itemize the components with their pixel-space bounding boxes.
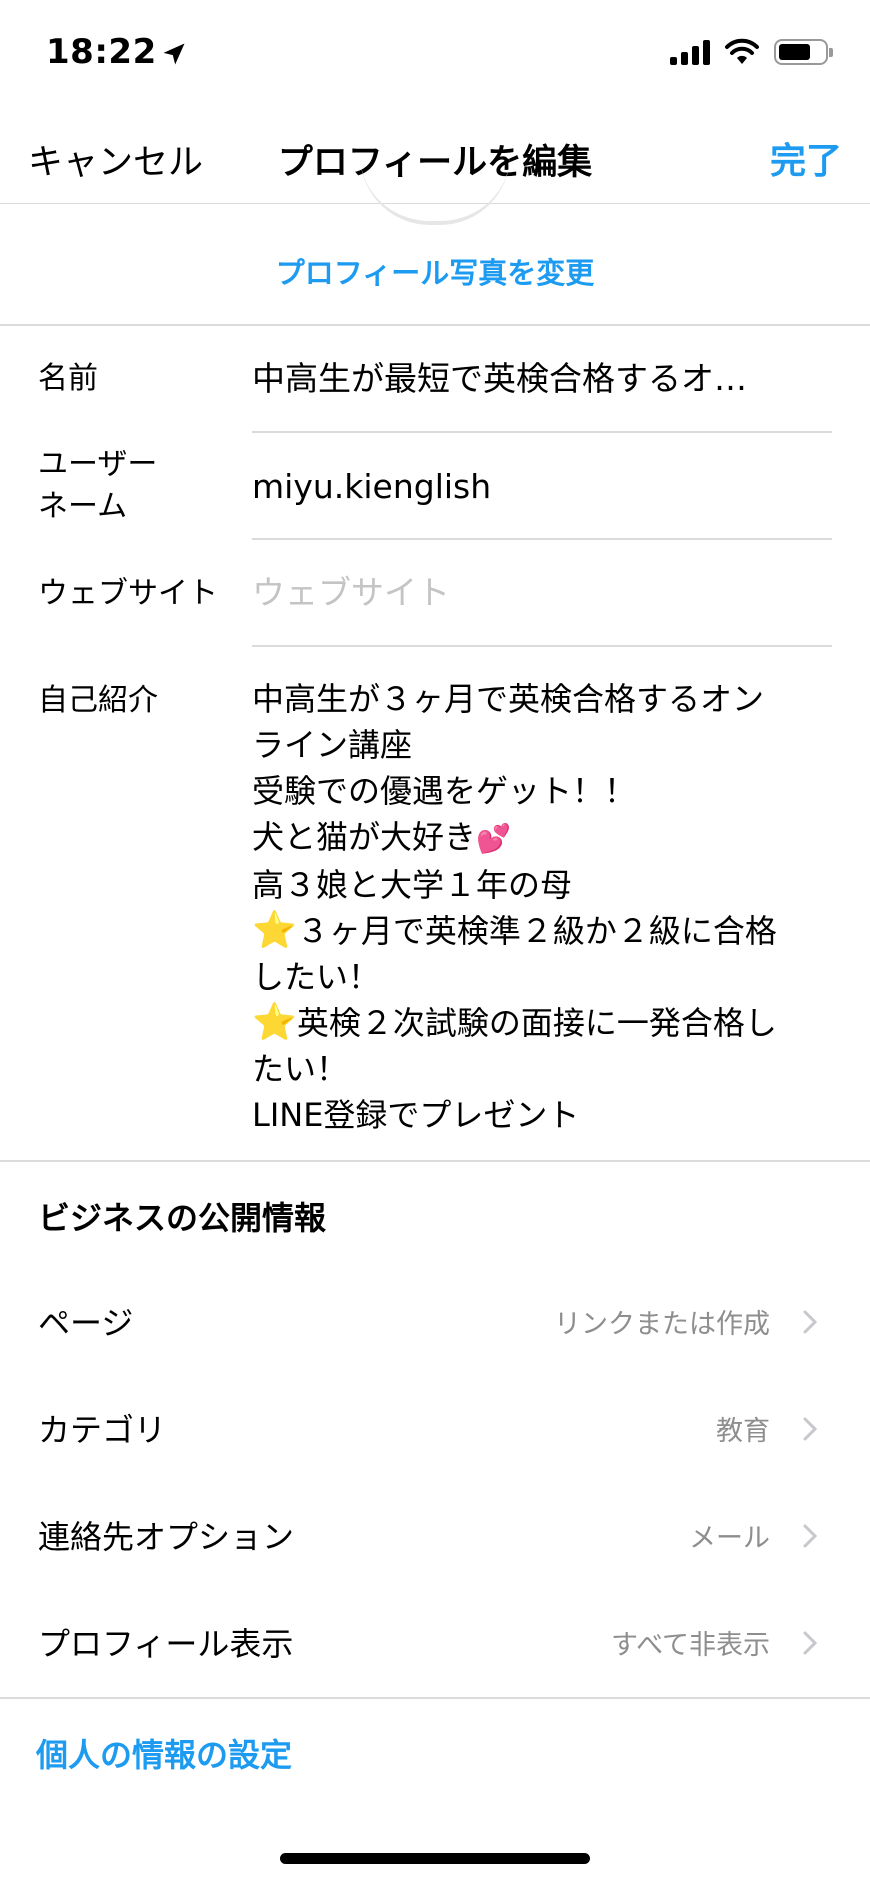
bio-line: たい！ (252, 1050, 349, 1088)
business-row-value: すべて非表示 (610, 1630, 770, 1661)
website-label: ウェブサイト (38, 576, 218, 611)
name-field[interactable]: 中高生が最短で英検合格するオ… (252, 357, 832, 401)
bio-line: 受験での優遇をゲット！！ (252, 772, 637, 810)
username-field[interactable]: miyu.kienglish (252, 465, 832, 509)
chevron-right-icon (803, 1524, 818, 1548)
bio-line-text: 犬と猫が大好き (252, 818, 477, 856)
business-row-label: プロフィール表示 (38, 1625, 294, 1663)
chevron-right-icon (803, 1310, 818, 1334)
chevron-right-icon (803, 1417, 818, 1441)
cancel-button[interactable]: キャンセル (28, 134, 203, 185)
divider (252, 645, 832, 647)
star-icon: ⭐ (252, 1002, 297, 1043)
status-time: 18:22 (46, 32, 157, 72)
bio-label: 自己紹介 (38, 683, 158, 718)
bio-line: ⭐３ヶ月で英検準２級か２級に合格 (252, 908, 832, 954)
battery-icon (774, 39, 833, 65)
cellular-signal-icon (670, 39, 710, 65)
business-row-category[interactable]: カテゴリ 教育 (0, 1385, 870, 1475)
divider (0, 1160, 870, 1162)
business-row-label: カテゴリ (38, 1411, 167, 1449)
star-icon: ⭐ (252, 910, 297, 951)
status-icons (670, 38, 833, 66)
business-row-value: 教育 (716, 1416, 770, 1447)
bio-field[interactable]: 中高生が３ヶ月で英検合格するオン ライン講座 受験での優遇をゲット！！ 犬と猫が… (252, 676, 832, 1138)
business-row-page[interactable]: ページ リンクまたは作成 (0, 1278, 870, 1368)
business-info-heading: ビジネスの公開情報 (38, 1199, 327, 1237)
divider (252, 538, 832, 540)
name-label: 名前 (38, 361, 98, 396)
done-button[interactable]: 完了 (770, 132, 842, 184)
two-hearts-icon: 💕 (476, 822, 511, 855)
business-row-contact-options[interactable]: 連絡先オプション メール (0, 1492, 870, 1582)
bio-line: 中高生が３ヶ月で英検合格するオン (252, 680, 765, 718)
bio-line: 高３娘と大学１年の母 (252, 866, 573, 904)
website-field[interactable]: ウェブサイト (252, 571, 832, 615)
bio-line: ⭐英検２次試験の面接に一発合格し (252, 1000, 832, 1046)
home-indicator[interactable] (280, 1853, 590, 1864)
divider (0, 1697, 870, 1699)
bio-line-text: ３ヶ月で英検準２級か２級に合格 (296, 912, 777, 950)
wifi-icon (725, 38, 759, 64)
personal-info-settings-link[interactable]: 個人の情報の設定 (36, 1730, 292, 1776)
divider (252, 431, 832, 433)
business-row-profile-display[interactable]: プロフィール表示 すべて非表示 (0, 1599, 870, 1689)
username-label: ユーザー ネーム (38, 444, 157, 528)
bio-line: したい！ (252, 958, 381, 996)
bio-line: 犬と猫が大好き💕 (252, 814, 832, 862)
status-bar: 18:22 (0, 0, 870, 110)
avatar[interactable] (360, 155, 510, 225)
change-profile-photo-button[interactable]: プロフィール写真を変更 (0, 250, 870, 292)
username-label-line2: ネーム (38, 489, 128, 524)
divider (0, 324, 870, 326)
location-arrow-icon (163, 43, 185, 65)
username-label-line1: ユーザー (38, 447, 158, 482)
business-row-label: 連絡先オプション (38, 1518, 295, 1556)
chevron-right-icon (803, 1631, 818, 1655)
business-row-value: リンクまたは作成 (554, 1309, 770, 1340)
business-row-value: メール (689, 1523, 770, 1554)
business-row-label: ページ (38, 1304, 134, 1342)
bio-line-text: 英検２次試験の面接に一発合格し (296, 1004, 777, 1042)
bio-line: LINE登録でプレゼント (252, 1096, 580, 1134)
bio-line: ライン講座 (252, 726, 413, 764)
